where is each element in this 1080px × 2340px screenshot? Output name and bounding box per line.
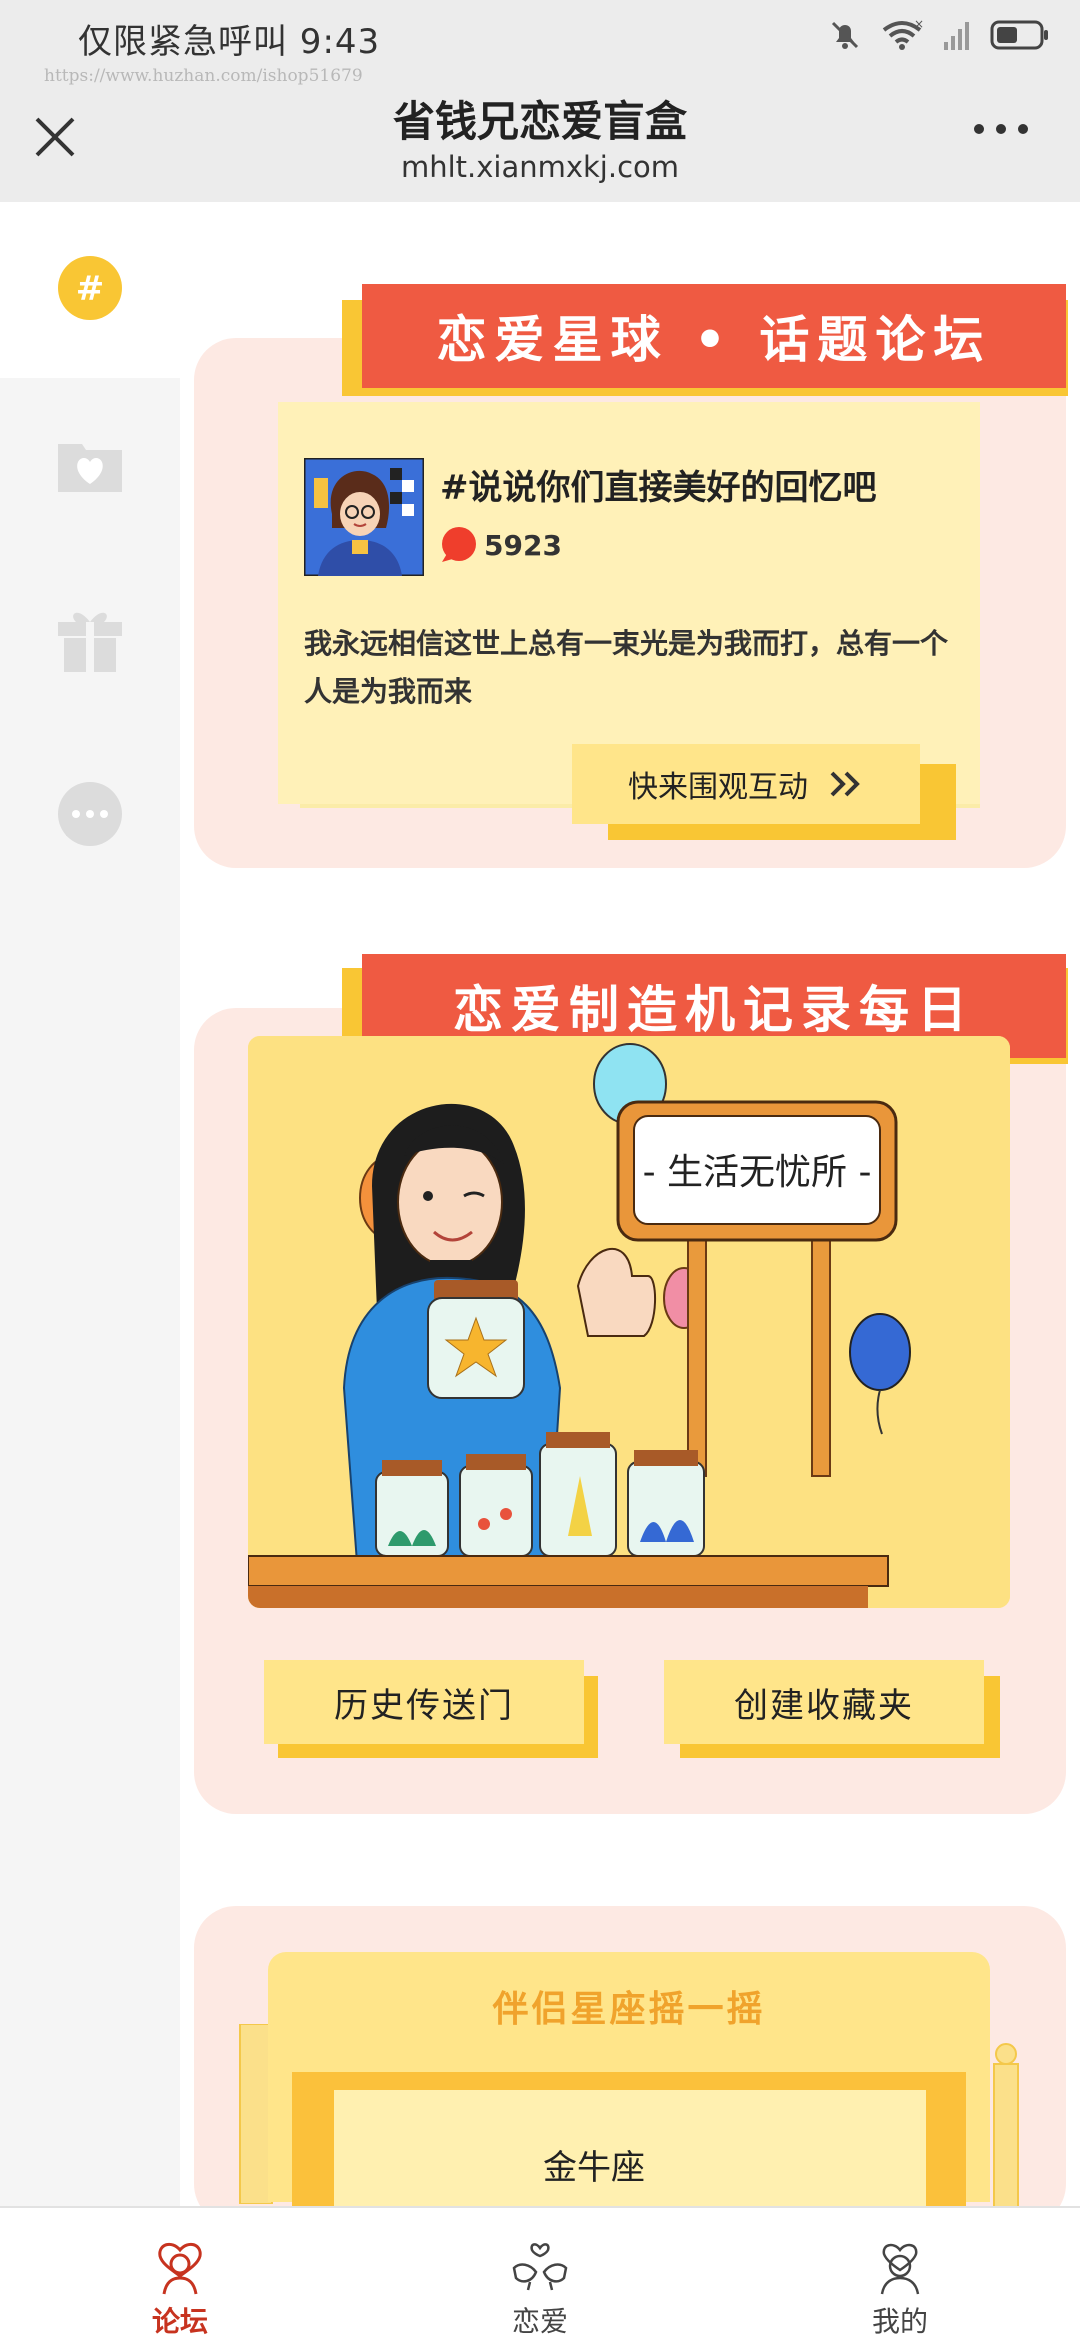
comment-count: 5923 bbox=[438, 526, 562, 564]
love-birds-icon bbox=[512, 2243, 568, 2291]
forum-couple-icon bbox=[158, 2242, 202, 2295]
maker-illustration: - 生活无忧所 - bbox=[248, 1036, 1010, 1608]
hashtag-icon[interactable]: # bbox=[54, 254, 126, 326]
top-bar: 仅限紧急呼叫 9:43 × https://www.huzhan.com/ish… bbox=[0, 0, 1080, 202]
right-pillar bbox=[993, 2043, 1019, 2210]
gift-icon[interactable] bbox=[54, 604, 126, 676]
chat-bubble-icon[interactable] bbox=[54, 780, 126, 852]
comment-bubble-icon bbox=[442, 527, 476, 562]
topic-avatar bbox=[304, 458, 424, 576]
page-url: mhlt.xianmxkj.com bbox=[400, 150, 680, 184]
create-favorites-button[interactable]: 创建收藏夹 bbox=[664, 1660, 984, 1744]
topic-title[interactable]: #说说你们直接美好的回忆吧 bbox=[440, 460, 877, 509]
double-chevron-right-icon bbox=[830, 771, 860, 797]
svg-text:#: # bbox=[76, 269, 105, 309]
zodiac-value: 金牛座 bbox=[543, 2148, 645, 2188]
tab-mine[interactable]: 我的 bbox=[810, 2208, 990, 2340]
tab-love[interactable]: 恋爱 bbox=[450, 2208, 630, 2340]
topic-body: 我永远相信这世上总有一束光是为我而打，总有一个人是为我而来 bbox=[304, 627, 949, 708]
tab-forum[interactable]: 论坛 bbox=[90, 2208, 270, 2340]
battery-icon bbox=[990, 20, 1048, 50]
svg-text:×: × bbox=[914, 18, 924, 31]
wifi-icon: × bbox=[882, 18, 924, 50]
page-title: 省钱兄恋爱盲盒 bbox=[392, 97, 687, 146]
sign-text: - 生活无忧所 - bbox=[643, 1152, 872, 1193]
tab-mine-label: 我的 bbox=[871, 2305, 928, 2338]
profile-icon bbox=[880, 2243, 920, 2295]
bell-muted-icon bbox=[831, 21, 859, 49]
join-discussion-label: 快来围观互动 bbox=[628, 770, 808, 805]
zodiac-title: 伴侣星座摇一摇 bbox=[492, 1989, 766, 2030]
bottom-tab-bar: 论坛 恋爱 我的 bbox=[0, 2206, 1080, 2340]
heart-folder-icon[interactable] bbox=[54, 430, 126, 502]
history-portal-button[interactable]: 历史传送门 bbox=[264, 1660, 584, 1744]
tab-love-label: 恋爱 bbox=[511, 2305, 568, 2338]
status-text: 仅限紧急呼叫 9:43 bbox=[78, 22, 381, 62]
status-icons: × bbox=[828, 18, 1050, 52]
watermark: https://www.huzhan.com/ishop51679 bbox=[44, 66, 363, 86]
join-discussion-button[interactable]: 快来围观互动 bbox=[572, 744, 920, 824]
comment-count-value: 5923 bbox=[484, 528, 562, 562]
tab-forum-label: 论坛 bbox=[151, 2305, 208, 2338]
signal-icon bbox=[944, 22, 969, 50]
forum-banner: 恋爱星球 • 话题论坛 bbox=[362, 284, 1066, 388]
more-icon[interactable] bbox=[974, 124, 1028, 134]
